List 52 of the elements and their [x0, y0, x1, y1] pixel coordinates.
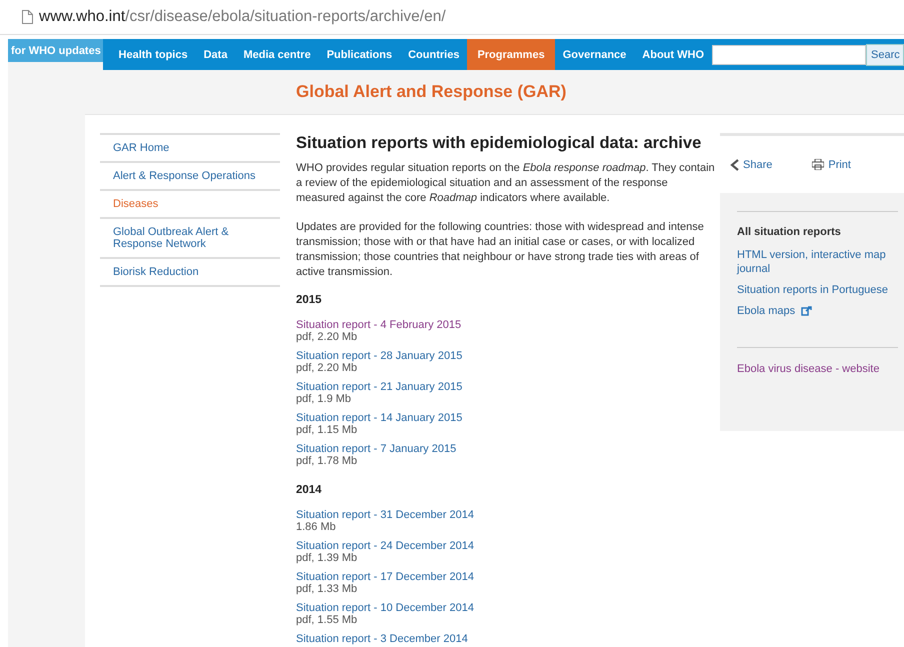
report-link[interactable]: Situation report - 31 December 2014 — [296, 509, 716, 521]
report-link[interactable]: Situation report - 3 December 2014 — [296, 633, 716, 645]
page-heading: Situation reports with epidemiological data: archive — [296, 133, 702, 153]
report-link[interactable]: Situation report - 28 January 2015 — [296, 350, 716, 362]
search-button[interactable]: Searc — [866, 44, 904, 66]
report-link[interactable]: Situation report - 21 January 2015 — [296, 381, 716, 393]
external-link-icon — [801, 306, 812, 316]
share-icon — [730, 158, 739, 170]
file-size: 1.86 Mb — [296, 521, 336, 533]
related-link[interactable]: HTML version, interactive map journal — [737, 248, 898, 276]
related-link[interactable]: Ebola maps — [737, 304, 898, 318]
file-size: pdf, 1.78 Mb — [296, 455, 358, 467]
file-size: pdf, 2.20 Mb — [296, 362, 358, 374]
nav-tab[interactable]: Data — [196, 39, 236, 70]
file-size: pdf, 2.20 Mb — [296, 331, 358, 343]
intro-paragraph: Updates are provided for the following countries: those with widespread and intense transmission; those with or that have had an initial case or cases, or with localized transmission; those countries that neighbour or have strong trade ties with areas of active transmission. — [296, 220, 705, 280]
report-link[interactable]: Situation report - 14 January 2015 — [296, 412, 716, 424]
file-size: pdf, 1.39 Mb — [296, 552, 358, 564]
nav-tab[interactable]: Governance — [554, 39, 634, 70]
sidebar-item[interactable]: Global Outbreak Alert & Response Network — [100, 219, 280, 259]
section-title: Global Alert and Response (GAR) — [296, 82, 566, 102]
file-size: pdf, 1.15 Mb — [296, 424, 358, 436]
file-size: pdf, 1.9 Mb — [296, 393, 352, 405]
sidebar-item[interactable]: Biorisk Reduction — [100, 259, 280, 287]
report-link[interactable]: Situation report - 10 December 2014 — [296, 602, 716, 614]
file-size: pdf, 1.33 Mb — [296, 583, 358, 595]
sidebar-item[interactable]: GAR Home — [100, 135, 280, 163]
report-link[interactable]: Situation report - 4 February 2015 — [296, 319, 716, 331]
page-icon — [22, 10, 33, 24]
nav-tab[interactable]: Programmes — [467, 39, 555, 70]
sidebar-item[interactable]: Alert & Response Operations — [100, 163, 280, 191]
related-link[interactable]: Situation reports in Portuguese — [737, 283, 898, 297]
nav-tab[interactable]: Countries — [400, 39, 468, 70]
print-button[interactable]: Print — [812, 158, 851, 170]
report-link[interactable]: Situation report - 24 December 2014 — [296, 540, 716, 552]
nav-tab[interactable]: Media centre — [235, 39, 319, 70]
search-field[interactable] — [712, 44, 866, 64]
nav-tab[interactable]: Health topics — [110, 39, 196, 70]
website-link[interactable]: Ebola virus disease - website — [737, 362, 898, 376]
intro-paragraph: WHO provides regular situation reports on the Ebola response roadmap. They contain a review of the epidemiological situation and an assessment of the response measured against the core Roadmap indicators where available. — [296, 161, 716, 206]
report-link[interactable]: Situation report - 7 January 2015 — [296, 443, 716, 455]
year-heading: 2015 — [296, 294, 323, 306]
print-icon — [812, 159, 824, 170]
file-size: pdf, 1.55 Mb — [296, 614, 358, 626]
sidebar-item[interactable]: Diseases — [100, 191, 280, 219]
share-button[interactable]: Share — [730, 158, 772, 170]
related-heading: All situation reports — [737, 226, 842, 238]
address-bar-url[interactable]: www.who.int/csr/disease/ebola/situation-reports/archive/en/ — [39, 8, 446, 26]
nav-tab[interactable]: About WHO — [634, 39, 712, 70]
report-link[interactable]: Situation report - 17 December 2014 — [296, 571, 716, 583]
year-heading: 2014 — [296, 484, 323, 496]
nav-tab[interactable]: Publications — [318, 39, 400, 70]
